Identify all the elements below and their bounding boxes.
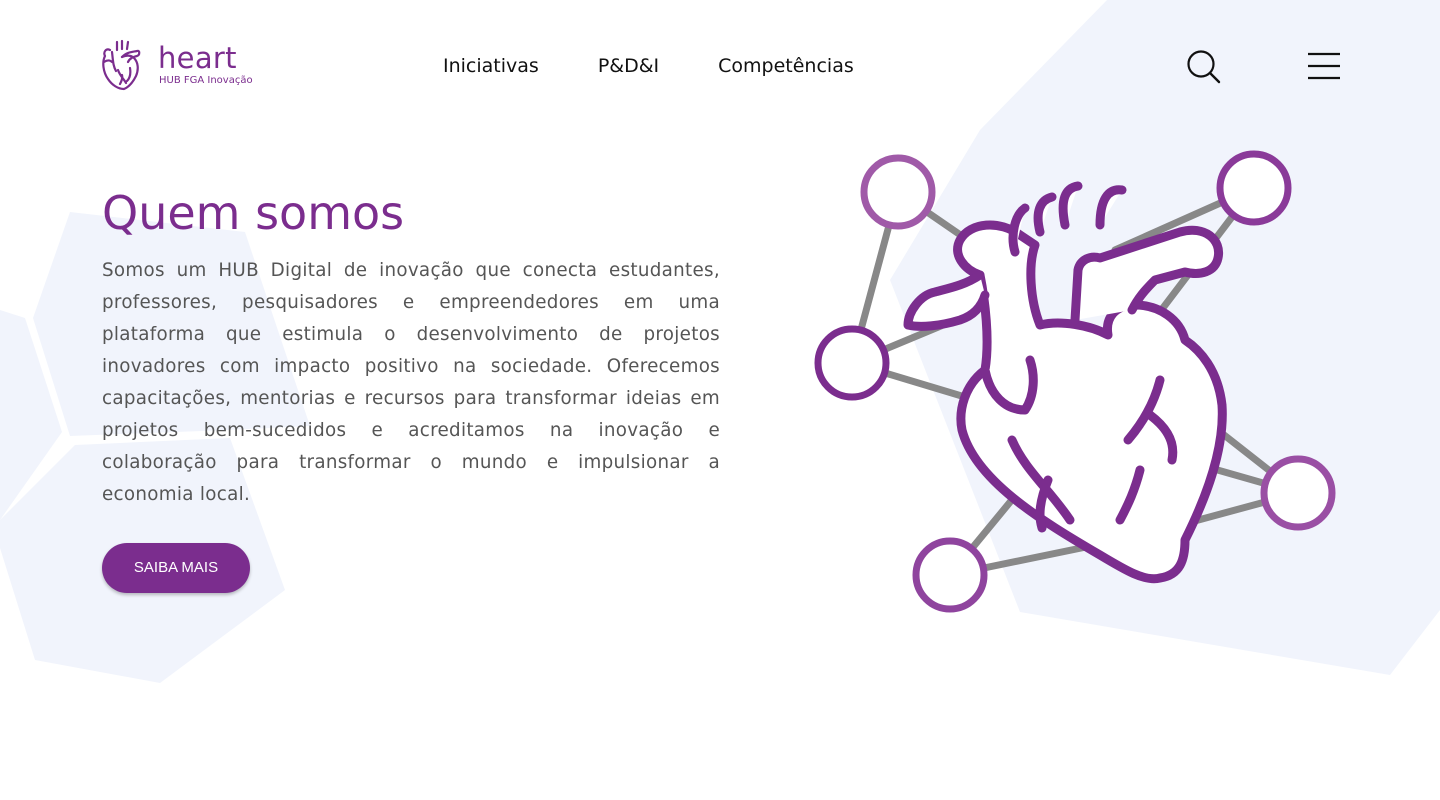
nav-item-pdi[interactable]: P&D&I [598, 54, 659, 78]
heart-network-illustration [814, 150, 1336, 613]
main-nav: Iniciativas P&D&I Competências [443, 54, 854, 78]
heart-logo-icon [102, 39, 141, 91]
hamburger-menu-icon [1308, 52, 1340, 80]
nav-item-iniciativas[interactable]: Iniciativas [443, 54, 539, 78]
brand-tagline: HUB FGA Inovação [159, 75, 253, 86]
anatomical-heart-icon [903, 181, 1227, 584]
saiba-mais-button[interactable]: SAIBA MAIS [102, 543, 250, 593]
site-header: heart HUB FGA Inovação Iniciativas P&D&I… [0, 0, 1440, 130]
hero-description: Somos um HUB Digital de inovação que con… [102, 260, 720, 505]
hero-title: Quem somos [102, 186, 405, 240]
nav-item-competencias[interactable]: Competências [718, 54, 854, 78]
brand-name: heart [158, 41, 237, 75]
search-button[interactable] [1185, 48, 1221, 84]
brand-logo[interactable]: heart HUB FGA Inovação [100, 38, 270, 92]
search-icon [1187, 50, 1221, 84]
menu-button[interactable] [1306, 50, 1342, 82]
